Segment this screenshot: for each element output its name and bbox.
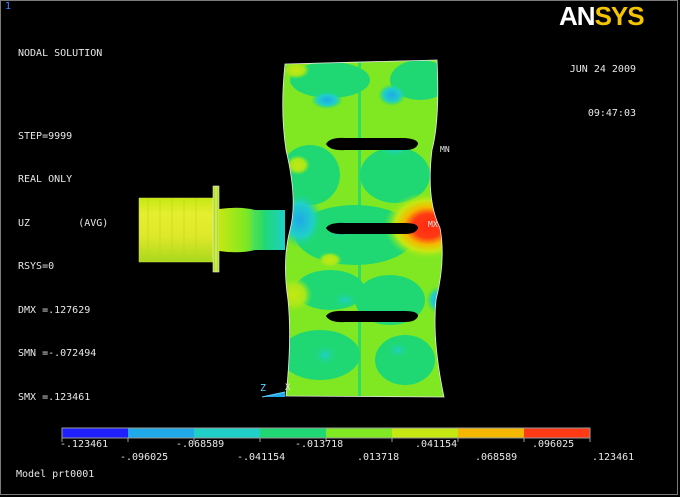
legend-swatch-4 (326, 428, 392, 438)
legend-swatch-6 (458, 428, 524, 438)
contour-legend (61, 427, 591, 442)
legend-label-upper-0: -.123461 (60, 439, 109, 450)
legend-label-upper-2: -.013718 (295, 439, 344, 450)
legend-swatch-0 (62, 428, 128, 438)
legend-label-lower-2: .013718 (357, 452, 400, 463)
legend-label-lower-1: -.041154 (237, 452, 286, 463)
legend-label-lower-0: -.096025 (120, 452, 169, 463)
legend-label-upper-3: .041154 (415, 439, 458, 450)
legend-swatch-2 (194, 428, 260, 438)
legend-swatch-3 (260, 428, 326, 438)
legend-label-lower-3: .068589 (475, 452, 518, 463)
legend-swatch-5 (392, 428, 458, 438)
legend-label-upper-4: .096025 (532, 439, 575, 450)
legend-swatch-1 (128, 428, 194, 438)
legend-label-upper-1: -.068589 (176, 439, 225, 450)
legend-label-lower-4: .123461 (592, 452, 635, 463)
legend-swatch-7 (524, 428, 590, 438)
model-label: Model prt0001 (16, 469, 95, 480)
